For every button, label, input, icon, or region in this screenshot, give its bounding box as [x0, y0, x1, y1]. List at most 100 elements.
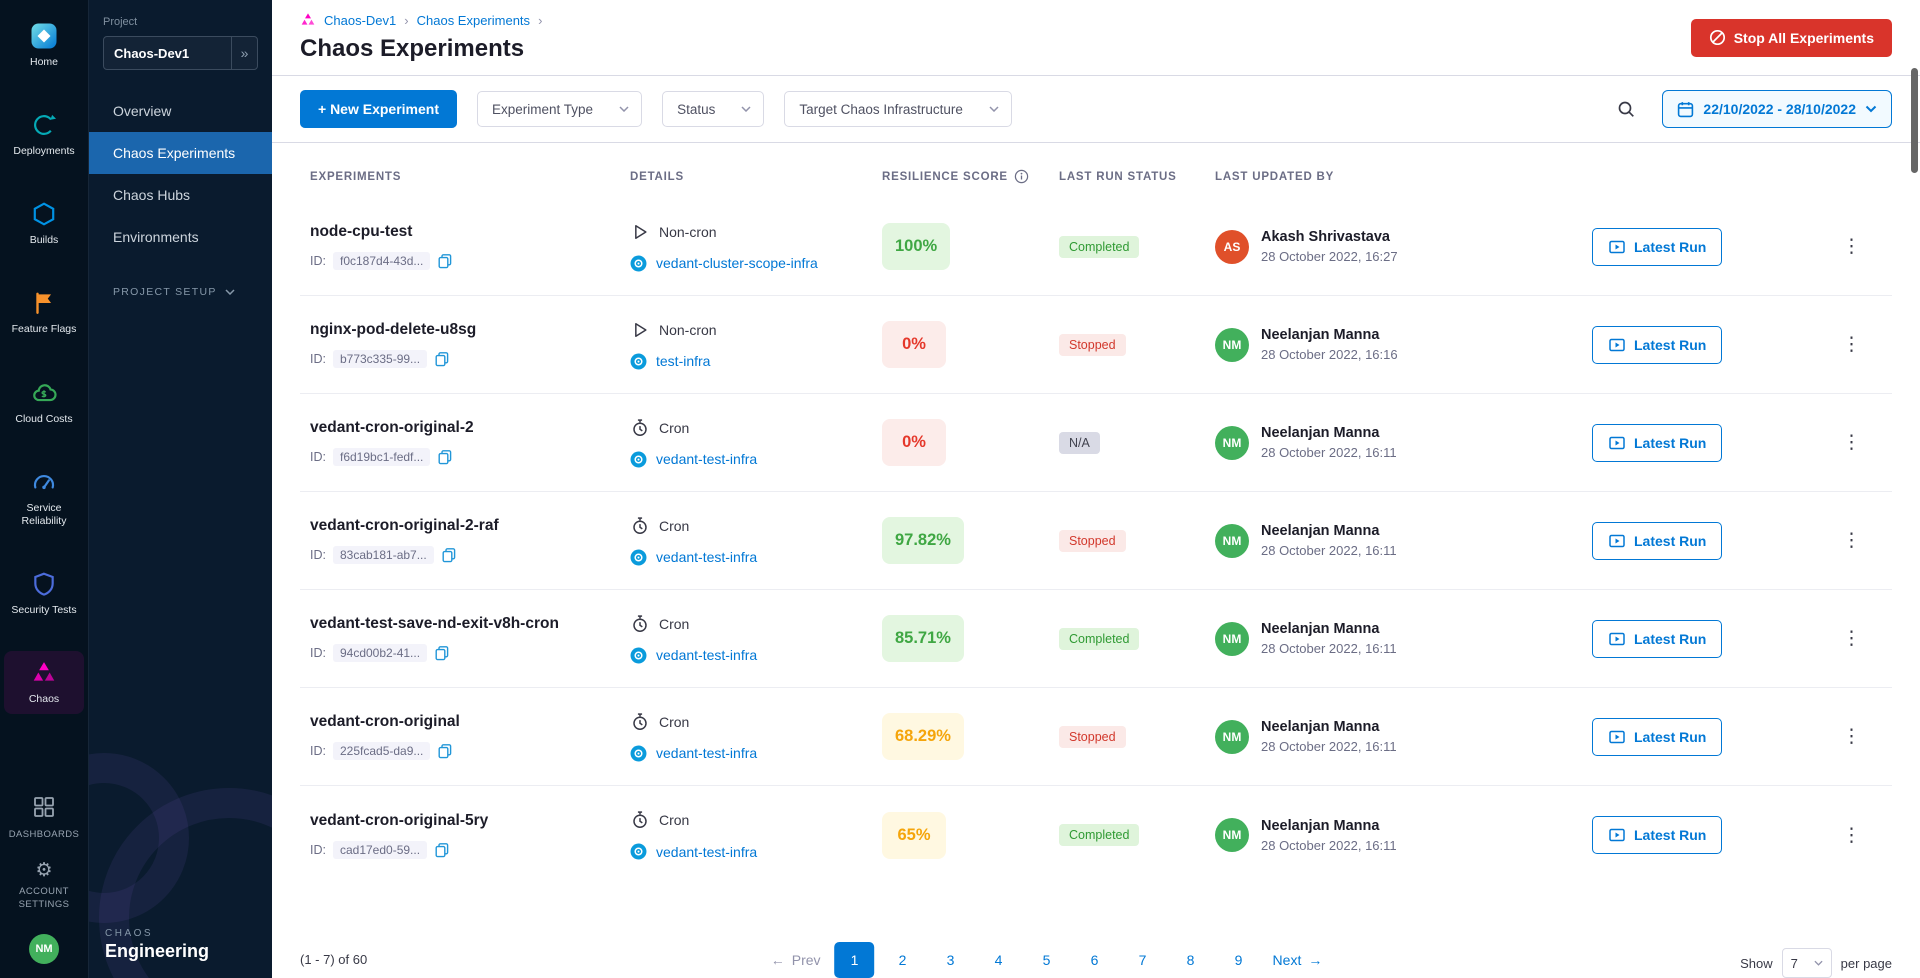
page-button-9[interactable]: 9 [1219, 942, 1259, 978]
row-menu-button[interactable]: ⋮ [1832, 427, 1871, 458]
next-page-button[interactable]: Next → [1267, 944, 1329, 976]
status-badge: Completed [1059, 628, 1139, 650]
project-expand-icon[interactable]: » [231, 37, 257, 69]
sidebar-item-deployments[interactable]: Deployments [4, 103, 84, 166]
sidebar-item-chaos-experiments[interactable]: Chaos Experiments [89, 132, 272, 174]
latest-run-button[interactable]: Latest Run [1592, 620, 1722, 658]
prev-page-button[interactable]: ← Prev [765, 944, 827, 976]
id-label: ID: [310, 843, 326, 857]
breadcrumb-link-project[interactable]: Chaos-Dev1 [324, 13, 396, 28]
page-size-select[interactable]: 7 [1782, 948, 1832, 978]
experiment-name[interactable]: vedant-cron-original [310, 713, 630, 731]
latest-run-button[interactable]: Latest Run [1592, 326, 1722, 364]
target-chaos-infrastructure-filter[interactable]: Target Chaos Infrastructure [784, 91, 1012, 127]
experiment-type-filter[interactable]: Experiment Type [477, 91, 642, 127]
user-avatar[interactable]: NM [29, 934, 59, 964]
experiment-name[interactable]: vedant-cron-original-5ry [310, 812, 630, 830]
latest-run-button[interactable]: Latest Run [1592, 522, 1722, 560]
status-badge: Stopped [1059, 334, 1126, 356]
latest-run-button[interactable]: Latest Run [1592, 424, 1722, 462]
date-range-button[interactable]: 22/10/2022 - 28/10/2022 [1662, 90, 1892, 128]
sidebar-item-overview[interactable]: Overview [89, 90, 272, 132]
stop-all-experiments-button[interactable]: Stop All Experiments [1691, 19, 1892, 57]
schedule-type: Cron [659, 616, 689, 632]
row-menu-button[interactable]: ⋮ [1832, 820, 1871, 851]
sidebar-item-label: Deployments [13, 145, 74, 158]
row-menu-button[interactable]: ⋮ [1832, 525, 1871, 556]
experiment-name[interactable]: node-cpu-test [310, 223, 630, 241]
page-button-1[interactable]: 1 [835, 942, 875, 978]
copy-icon[interactable] [437, 449, 453, 465]
page-button-3[interactable]: 3 [931, 942, 971, 978]
sidebar-item-cloud-costs[interactable]: Cloud Costs [4, 371, 84, 434]
schedule-type: Cron [659, 518, 689, 534]
experiment-name[interactable]: vedant-cron-original-2 [310, 419, 630, 437]
schedule-type: Cron [659, 420, 689, 436]
id-label: ID: [310, 744, 326, 758]
experiment-row: node-cpu-test ID: f0c187d4-43d... [300, 198, 1892, 296]
breadcrumb-link-chaos-experiments[interactable]: Chaos Experiments [417, 13, 530, 28]
latest-run-button[interactable]: Latest Run [1592, 718, 1722, 756]
latest-run-button[interactable]: Latest Run [1592, 816, 1722, 854]
row-menu-button[interactable]: ⋮ [1832, 721, 1871, 752]
experiment-id: f0c187d4-43d... [333, 252, 430, 270]
sidebar-item-home[interactable]: Home [4, 14, 84, 77]
experiment-name[interactable]: nginx-pod-delete-u8sg [310, 321, 630, 339]
pagination: (1 - 7) of 60 ← Prev 123456789 Next → Sh… [272, 930, 1920, 978]
infrastructure-link[interactable]: vedant-test-infra [656, 451, 757, 467]
row-menu-button[interactable]: ⋮ [1832, 231, 1871, 262]
sidebar-item-chaos[interactable]: Chaos [4, 651, 84, 714]
experiment-name[interactable]: vedant-cron-original-2-raf [310, 517, 630, 535]
copy-icon[interactable] [434, 645, 450, 661]
service-reliability-icon [31, 468, 57, 496]
page-button-2[interactable]: 2 [883, 942, 923, 978]
page-button-6[interactable]: 6 [1075, 942, 1115, 978]
pagination-summary: (1 - 7) of 60 [300, 952, 367, 967]
sidebar-item-builds[interactable]: Builds [4, 192, 84, 255]
new-experiment-button[interactable]: + New Experiment [300, 90, 457, 128]
infrastructure-link[interactable]: vedant-test-infra [656, 745, 757, 761]
status-filter[interactable]: Status [662, 91, 764, 127]
sidebar-item-dashboards[interactable]: DASHBOARDS [2, 795, 86, 842]
scrollbar-thumb[interactable] [1911, 68, 1918, 173]
experiment-row: vedant-cron-original-2 ID: f6d19bc1-fedf… [300, 394, 1892, 492]
row-menu-button[interactable]: ⋮ [1832, 329, 1871, 360]
user-name: Neelanjan Manna [1261, 523, 1397, 539]
sidebar-item-account-settings[interactable]: ⚙ ACCOUNT SETTINGS [2, 861, 86, 912]
latest-run-button[interactable]: Latest Run [1592, 228, 1722, 266]
project-setup-toggle[interactable]: PROJECT SETUP [89, 286, 272, 298]
copy-icon[interactable] [437, 253, 453, 269]
schedule-type: Non-cron [659, 224, 717, 240]
project-selector[interactable]: Chaos-Dev1 » [103, 36, 258, 70]
page-button-8[interactable]: 8 [1171, 942, 1211, 978]
avatar: NM [1215, 426, 1249, 460]
sidebar-item-label: Security Tests [11, 604, 76, 617]
copy-icon[interactable] [434, 351, 450, 367]
copy-icon[interactable] [434, 842, 450, 858]
run-icon [1608, 630, 1626, 648]
page-button-5[interactable]: 5 [1027, 942, 1067, 978]
project-setup-label: PROJECT SETUP [113, 286, 217, 298]
copy-icon[interactable] [441, 547, 457, 563]
sidebar-item-feature-flags[interactable]: Feature Flags [4, 281, 84, 344]
security-tests-icon [31, 570, 57, 598]
experiment-name[interactable]: vedant-test-save-nd-exit-v8h-cron [310, 615, 630, 633]
infrastructure-link[interactable]: vedant-test-infra [656, 844, 757, 860]
row-menu-button[interactable]: ⋮ [1832, 623, 1871, 654]
page-button-4[interactable]: 4 [979, 942, 1019, 978]
id-label: ID: [310, 548, 326, 562]
resilience-score: 85.71% [882, 615, 964, 662]
infrastructure-link[interactable]: test-infra [656, 353, 710, 369]
infrastructure-link[interactable]: vedant-test-infra [656, 549, 757, 565]
sidebar-item-service-reliability[interactable]: Service Reliability [4, 460, 84, 536]
infrastructure-link[interactable]: vedant-cluster-scope-infra [656, 255, 818, 271]
sidebar-item-chaos-hubs[interactable]: Chaos Hubs [89, 174, 272, 216]
sidebar-item-environments[interactable]: Environments [89, 216, 272, 258]
page-button-7[interactable]: 7 [1123, 942, 1163, 978]
sidebar-item-security-tests[interactable]: Security Tests [4, 562, 84, 625]
search-button[interactable] [1608, 91, 1644, 127]
chevron-down-icon [619, 106, 629, 112]
copy-icon[interactable] [437, 743, 453, 759]
infrastructure-link[interactable]: vedant-test-infra [656, 647, 757, 663]
status-badge: Completed [1059, 824, 1139, 846]
